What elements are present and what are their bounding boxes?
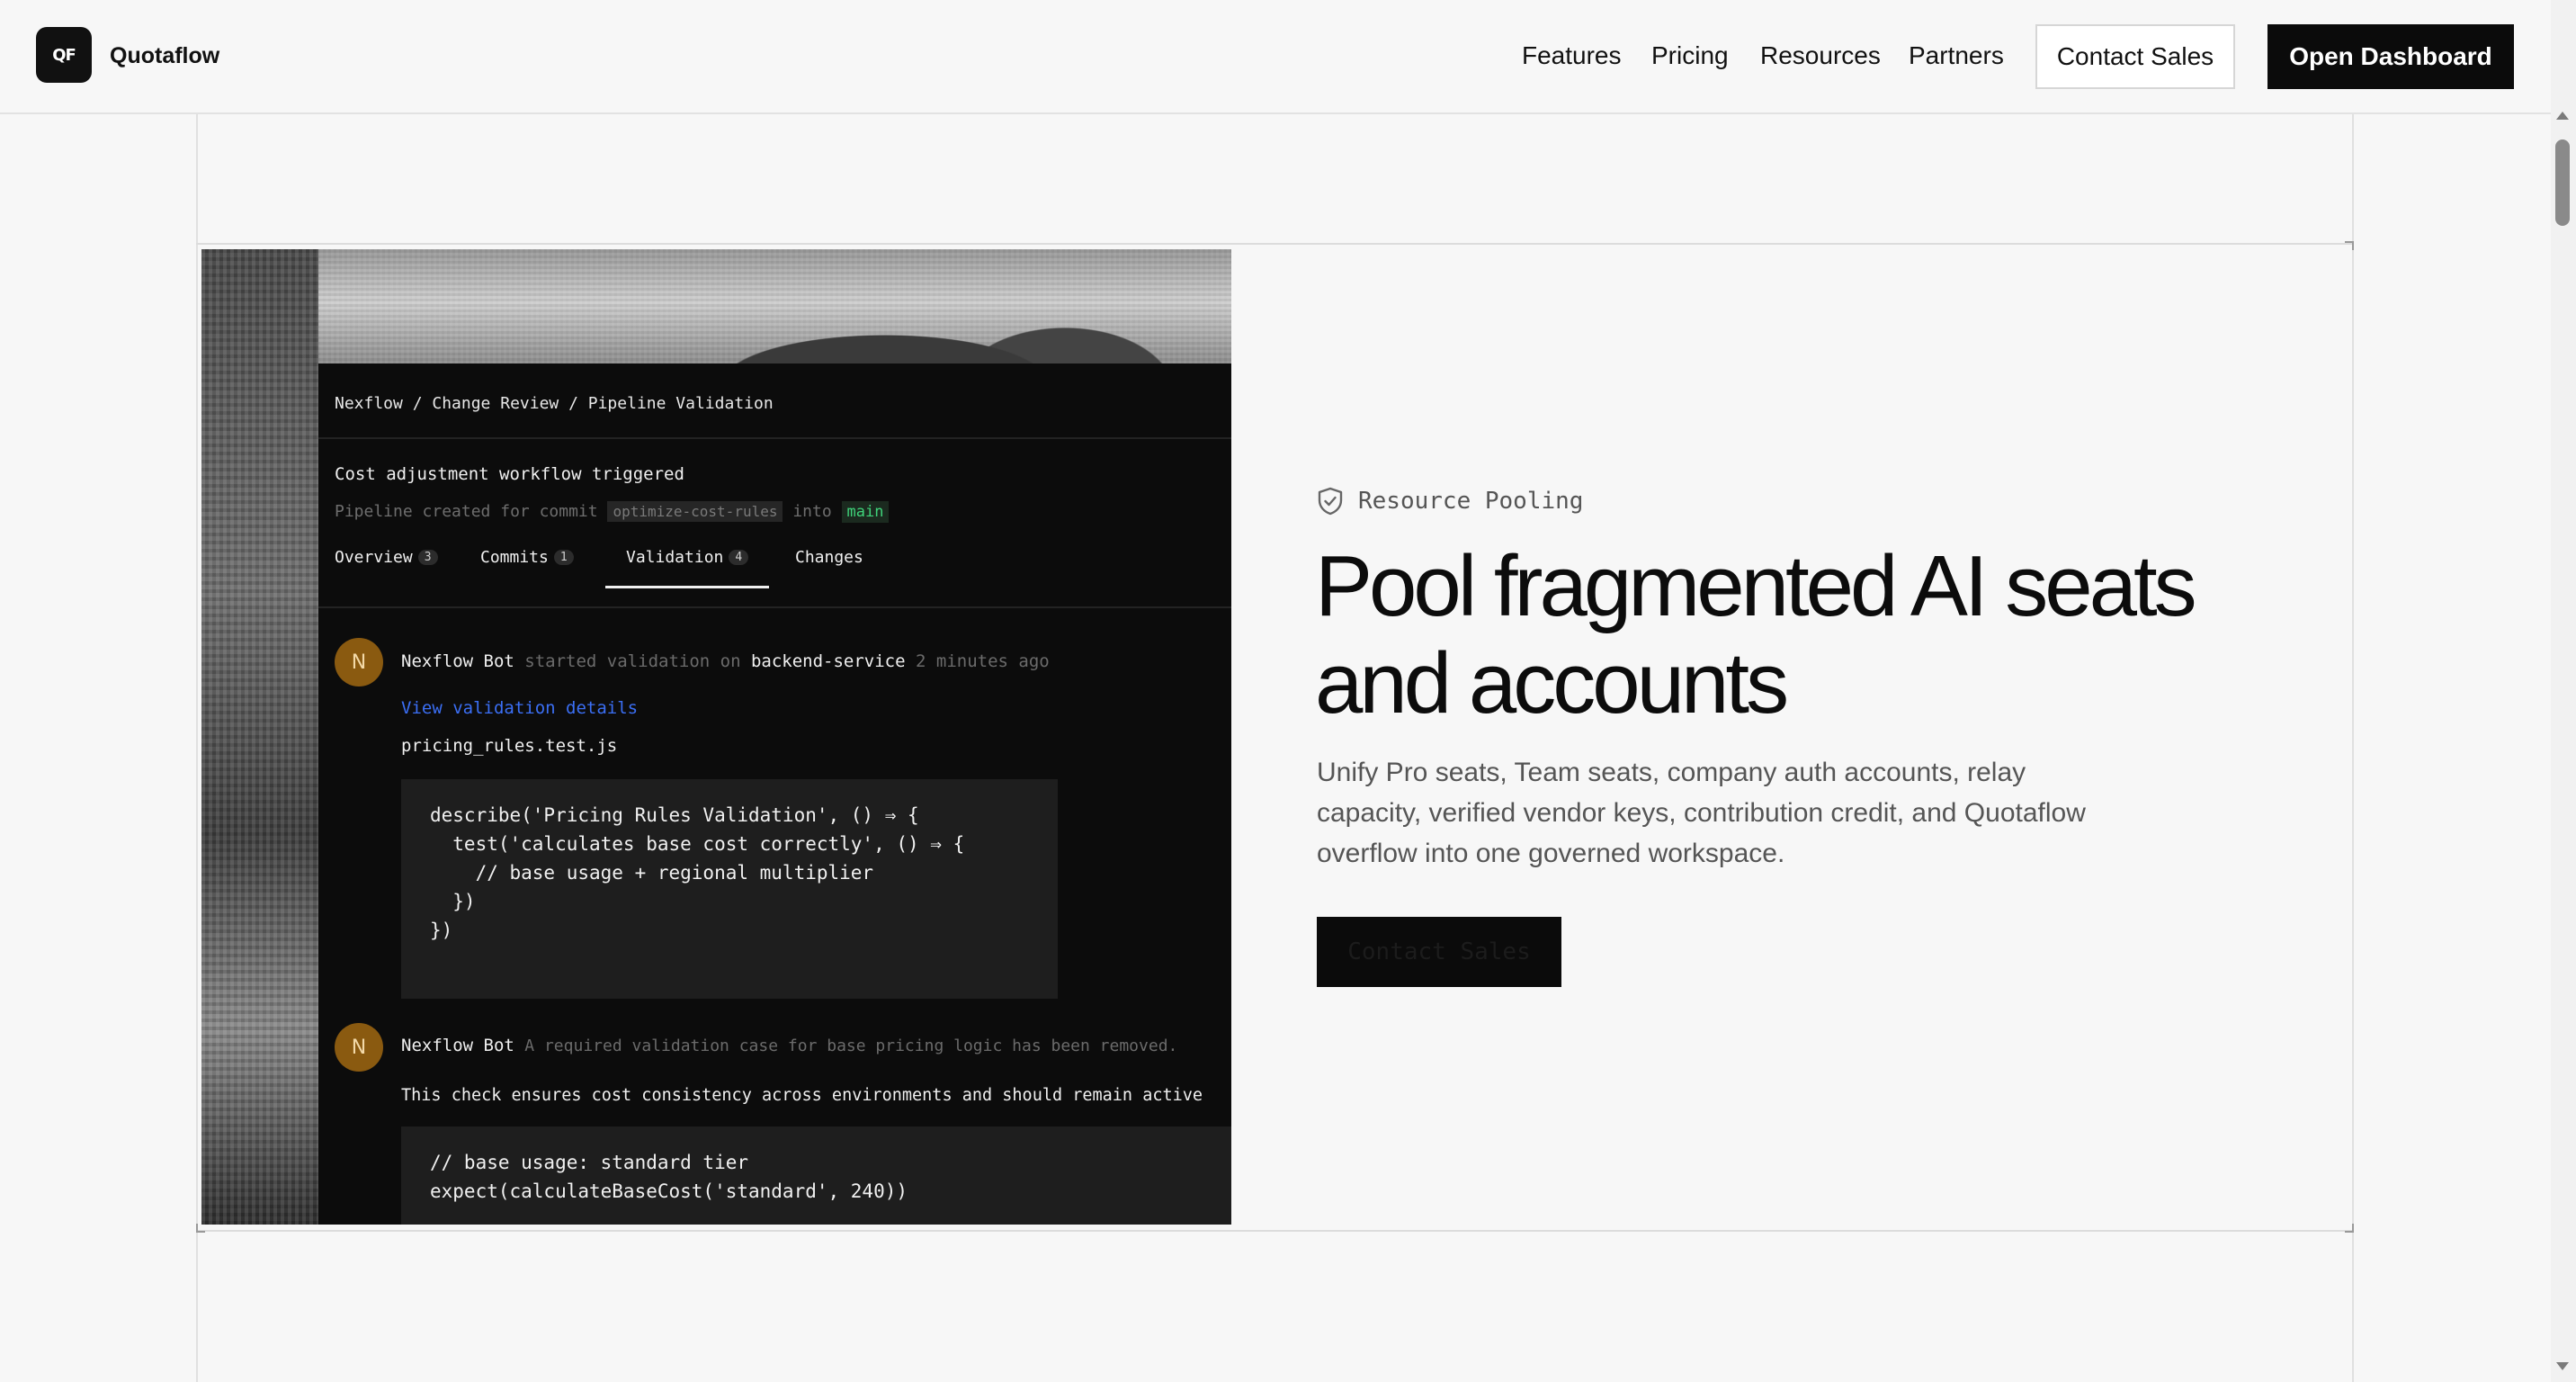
corner-mark xyxy=(2345,241,2354,250)
mountain-background xyxy=(201,249,1231,366)
tab-label: Validation xyxy=(626,548,724,567)
tab-count-badge: 3 xyxy=(417,550,438,565)
subtitle-into: into xyxy=(792,502,832,521)
activity-note: A required validation case for base pric… xyxy=(524,1036,1178,1055)
activity-header: Nexflow Bot A required validation case f… xyxy=(401,1036,1177,1055)
tab-label: Commits xyxy=(480,548,549,567)
tab-label: Overview xyxy=(335,548,413,567)
activity-author[interactable]: Nexflow Bot xyxy=(401,651,514,671)
code-content: // base usage: standard tier expect(calc… xyxy=(430,1152,908,1202)
code-content: describe('Pricing Rules Validation', () … xyxy=(430,804,965,941)
activity-body: This check ensures cost consistency acro… xyxy=(401,1086,1203,1105)
tab-count-badge: 4 xyxy=(729,550,749,565)
tab-overview[interactable]: Overview 3 xyxy=(335,548,438,567)
activity-header: Nexflow Bot started validation on backen… xyxy=(401,651,1050,671)
avatar[interactable]: N xyxy=(335,1023,383,1072)
subtitle-prefix: Pipeline created for commit xyxy=(335,502,598,521)
corner-mark xyxy=(2345,1224,2354,1233)
logo-mark[interactable]: QF xyxy=(36,27,92,83)
avatar[interactable]: N xyxy=(335,638,383,687)
tab-validation[interactable]: Validation 4 xyxy=(626,548,749,567)
activity-action: started validation on xyxy=(524,651,741,671)
commit-chip[interactable]: optimize-cost-rules xyxy=(607,501,783,522)
divider xyxy=(318,437,1231,439)
divider xyxy=(318,606,1231,608)
scroll-down-arrow-icon[interactable] xyxy=(2556,1362,2569,1370)
nav-features[interactable]: Features xyxy=(1522,41,1622,70)
forest-background xyxy=(201,249,318,1225)
section-border-top xyxy=(196,243,2353,245)
guide-line-right xyxy=(2352,114,2354,1382)
activity-time: 2 minutes ago xyxy=(916,651,1050,671)
eyebrow: Resource Pooling xyxy=(1317,487,1583,516)
scrollbar-thumb[interactable] xyxy=(2555,139,2570,226)
product-screenshot-panel: Nexflow / Change Review / Pipeline Valid… xyxy=(201,249,1231,1225)
code-block: describe('Pricing Rules Validation', () … xyxy=(401,779,1058,999)
branch-chip[interactable]: main xyxy=(841,501,890,523)
code-block: // base usage: standard tier expect(calc… xyxy=(401,1126,1231,1225)
brand-name[interactable]: Quotaflow xyxy=(110,43,219,69)
file-name: pricing_rules.test.js xyxy=(401,736,618,756)
nav-resources[interactable]: Resources xyxy=(1760,41,1881,70)
tab-count-badge: 1 xyxy=(553,550,574,565)
page-title: Pool fragmented AI seats and accounts xyxy=(1315,538,2197,731)
active-tab-indicator xyxy=(605,586,769,588)
tab-label: Changes xyxy=(795,548,863,567)
breadcrumb[interactable]: Nexflow / Change Review / Pipeline Valid… xyxy=(335,394,774,413)
open-dashboard-button[interactable]: Open Dashboard xyxy=(2267,24,2514,89)
guide-line-left xyxy=(196,114,198,1382)
workflow-title: Cost adjustment workflow triggered xyxy=(335,464,684,484)
view-validation-details-link[interactable]: View validation details xyxy=(401,698,638,718)
pipeline-review-app: Nexflow / Change Review / Pipeline Valid… xyxy=(318,363,1231,1225)
nav-partners[interactable]: Partners xyxy=(1909,41,2004,70)
eyebrow-label: Resource Pooling xyxy=(1358,488,1584,515)
site-header: QF Quotaflow Features Pricing Resources … xyxy=(0,0,2551,114)
activity-author[interactable]: Nexflow Bot xyxy=(401,1036,514,1055)
nav-pricing[interactable]: Pricing xyxy=(1651,41,1729,70)
scroll-up-arrow-icon[interactable] xyxy=(2556,112,2569,120)
tab-changes[interactable]: Changes xyxy=(795,548,863,567)
shield-check-icon xyxy=(1318,487,1343,516)
activity-target[interactable]: backend-service xyxy=(751,651,906,671)
contact-sales-button[interactable]: Contact Sales xyxy=(2035,24,2235,89)
corner-mark xyxy=(196,1224,205,1233)
tab-commits[interactable]: Commits 1 xyxy=(480,548,574,567)
contact-sales-cta-button[interactable]: Contact Sales xyxy=(1317,917,1561,987)
feature-description: Unify Pro seats, Team seats, company aut… xyxy=(1317,758,2086,868)
section-border-bottom xyxy=(196,1230,2353,1232)
workflow-subtitle: Pipeline created for commit optimize-cos… xyxy=(335,501,890,523)
